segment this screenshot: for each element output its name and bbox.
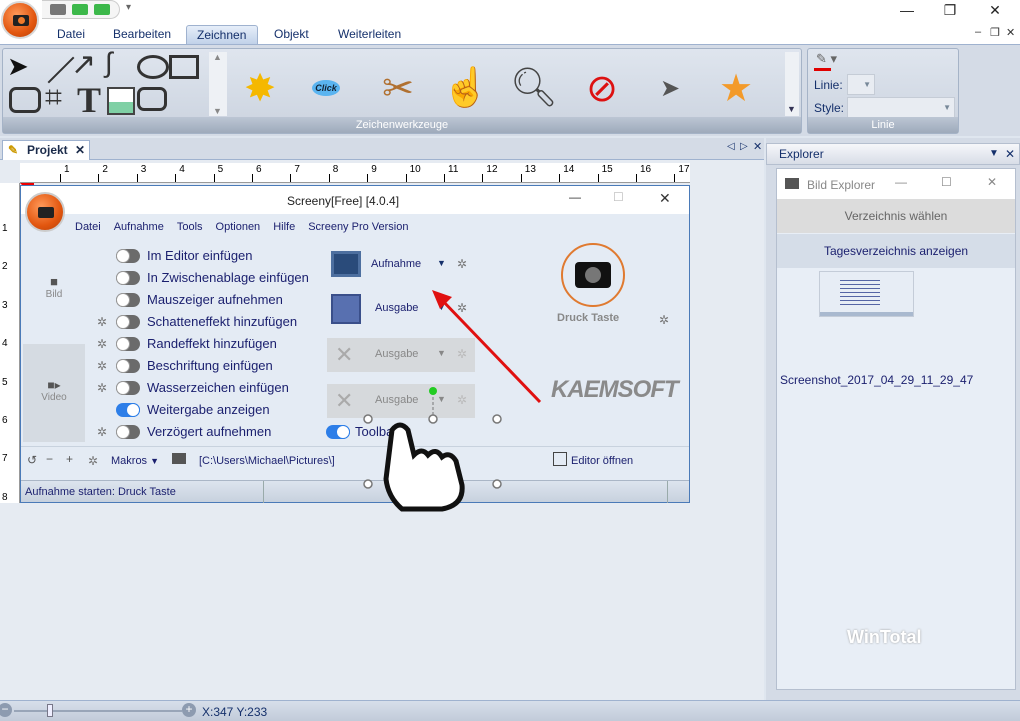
zoom-in-icon[interactable]: + (182, 703, 196, 717)
maximize-button[interactable]: ☐ (941, 175, 952, 189)
wintotal-watermark: WinTotal (847, 627, 922, 647)
coordinates: X:347 Y:233 (202, 705, 268, 719)
status-bar: − + X:347 Y:233 (0, 700, 1020, 721)
file-name[interactable]: Screenshot_2017_04_29_11_29_47 (780, 373, 973, 387)
hand-cursor-graphic[interactable] (383, 422, 465, 512)
camera-icon (13, 15, 29, 26)
dropdown-icon[interactable]: ▼ (989, 144, 999, 164)
red-arrow[interactable] (438, 296, 542, 404)
today-dir-button[interactable]: Tagesverzeichnis anzeigen (777, 234, 1015, 268)
close-button[interactable]: ✕ (987, 175, 997, 189)
bild-explorer-window: Bild Explorer — ☐ ✕ Verzeichnis wählen T… (776, 168, 1016, 690)
bild-explorer-title: Bild Explorer (807, 178, 876, 192)
zoom-slider-thumb[interactable] (47, 704, 53, 717)
folder-icon (785, 178, 799, 189)
close-icon[interactable]: ✕ (1005, 144, 1015, 164)
screenshot-thumbnail[interactable] (819, 271, 914, 317)
explorer-header: Explorer ▼ ✕ (766, 143, 1020, 165)
app-menu-button[interactable] (1, 1, 39, 39)
bild-explorer-titlebar: Bild Explorer — ☐ ✕ (777, 169, 1015, 199)
choose-dir-button[interactable]: Verzeichnis wählen (777, 199, 1015, 233)
rotate-handle[interactable] (429, 387, 437, 395)
zoom-out-icon[interactable]: − (0, 703, 12, 717)
minimize-button[interactable]: — (895, 175, 907, 189)
zoom-slider[interactable] (14, 710, 182, 712)
explorer-title: Explorer (779, 147, 824, 161)
